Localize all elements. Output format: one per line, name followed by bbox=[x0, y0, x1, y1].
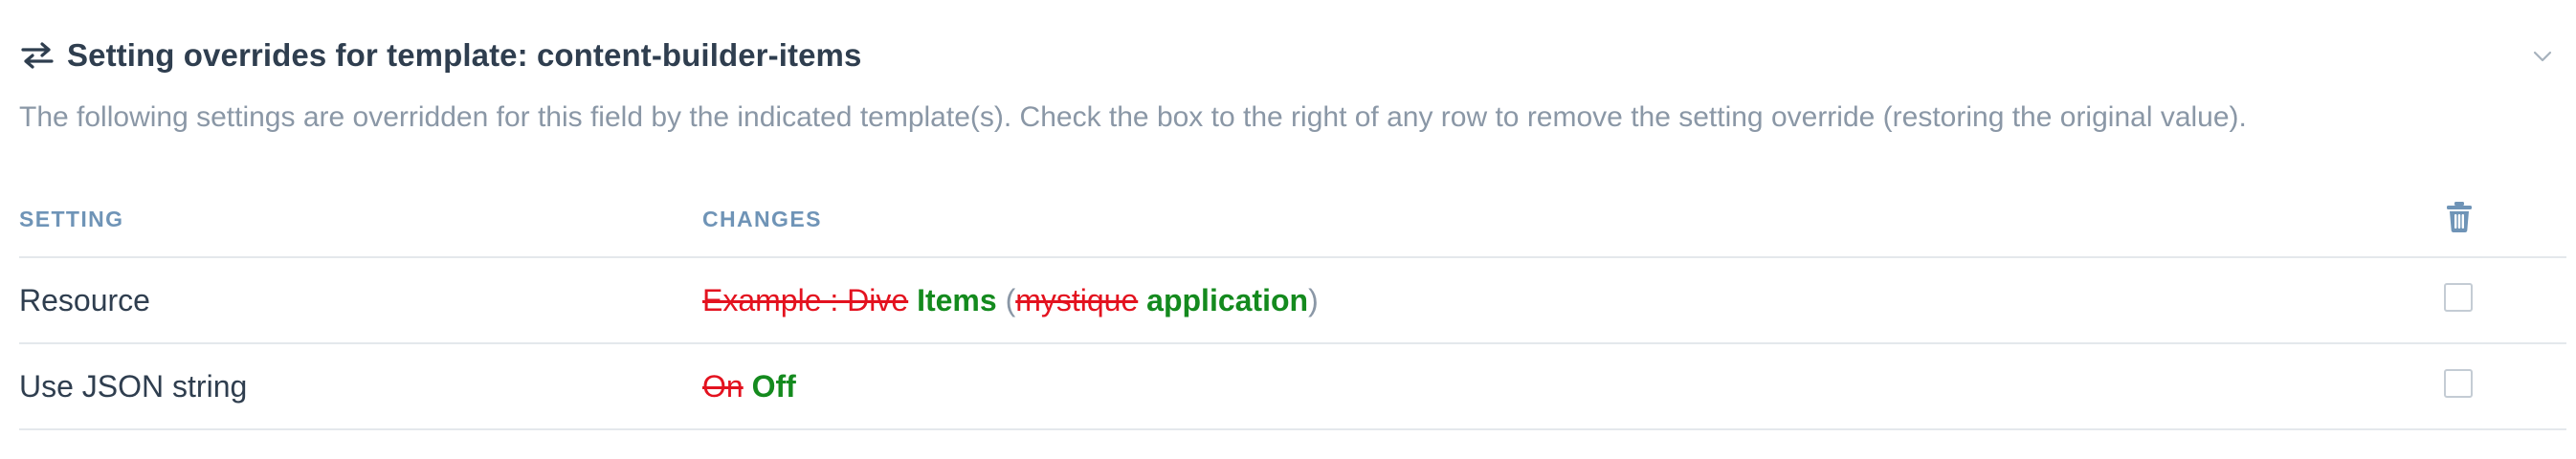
setting-overrides-panel: Setting overrides for template: content-… bbox=[0, 0, 2576, 459]
table-header: SETTING CHANGES bbox=[19, 182, 2566, 258]
setting-name: Use JSON string bbox=[19, 369, 248, 404]
trash-icon[interactable] bbox=[2445, 201, 2474, 233]
swap-arrows-icon bbox=[19, 41, 56, 70]
setting-changes: Example : Dive Items (mystique applicati… bbox=[702, 283, 1319, 318]
remove-override-checkbox[interactable] bbox=[2444, 283, 2473, 312]
added-value: Items bbox=[917, 283, 997, 317]
removed-value: Example : Dive bbox=[702, 283, 909, 317]
column-header-setting: SETTING bbox=[19, 207, 124, 231]
removed-value: mystique bbox=[1015, 283, 1139, 317]
table-row: Use JSON string On Off bbox=[19, 344, 2566, 430]
column-header-changes: CHANGES bbox=[702, 207, 822, 231]
setting-name: Resource bbox=[19, 283, 150, 317]
remove-override-checkbox[interactable] bbox=[2444, 369, 2473, 398]
paren-close: ) bbox=[1308, 283, 1319, 317]
table-row: Resource Example : Dive Items (mystique … bbox=[19, 258, 2566, 344]
setting-changes: On Off bbox=[702, 369, 796, 404]
chevron-down-icon[interactable] bbox=[2528, 42, 2557, 71]
panel-header[interactable]: Setting overrides for template: content-… bbox=[19, 27, 2565, 84]
paren-open: ( bbox=[1005, 283, 1016, 317]
overrides-table: SETTING CHANGES Resource Example : Dive … bbox=[19, 182, 2566, 430]
panel-description: The following settings are overridden fo… bbox=[19, 101, 2247, 133]
removed-value: On bbox=[702, 369, 744, 404]
added-value: application bbox=[1146, 283, 1309, 317]
added-value: Off bbox=[751, 369, 796, 404]
panel-title: Setting overrides for template: content-… bbox=[67, 37, 862, 73]
